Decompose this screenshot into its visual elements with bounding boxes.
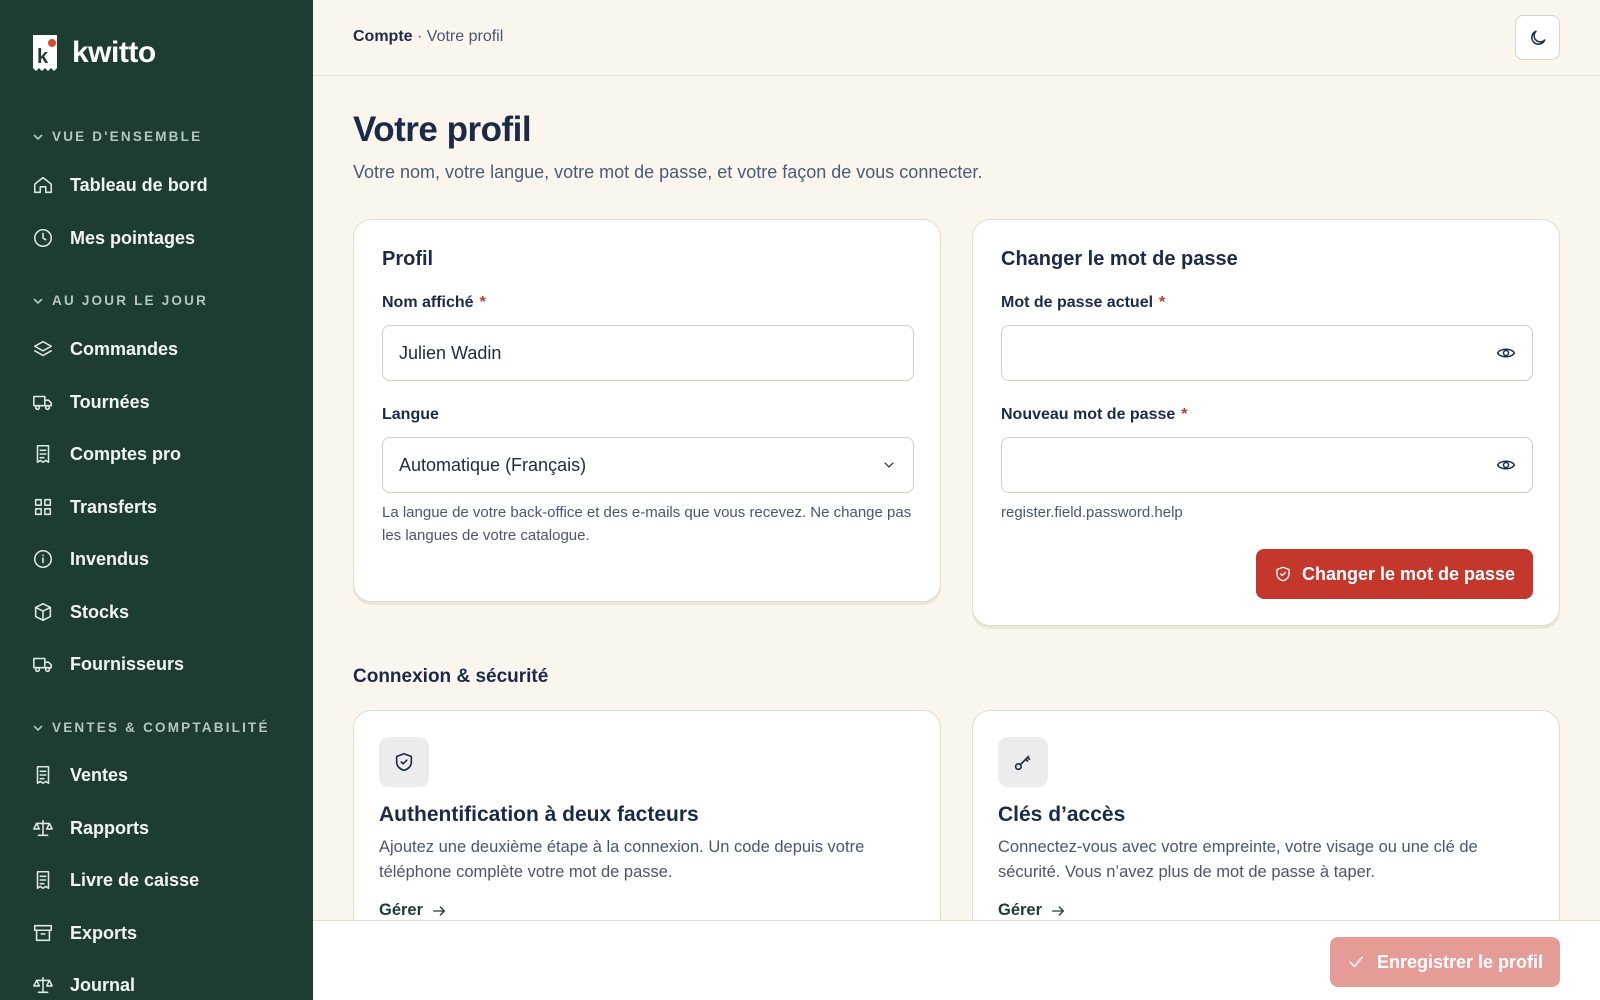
sidebar-item-exports[interactable]: Exports: [32, 915, 137, 951]
security-section-title: Connexion & sécurité: [353, 666, 549, 687]
chevron-down-icon: [884, 462, 894, 468]
home-icon: [33, 176, 53, 194]
change-password-button[interactable]: Changer le mot de passe: [1256, 549, 1533, 599]
sidebar-item-reports[interactable]: Rapports: [32, 810, 149, 846]
logo[interactable]: k kwitto: [30, 34, 156, 72]
kwitto-logo-icon: k: [33, 35, 57, 71]
shield-check-icon: [395, 752, 413, 772]
save-profile-button[interactable]: Enregistrer le profil: [1330, 937, 1560, 987]
sidebar-item-timesheets[interactable]: Mes pointages: [32, 220, 195, 256]
nav-section-overview[interactable]: VUE D'ENSEMBLE: [32, 129, 202, 144]
arrow-right-icon: [1052, 905, 1065, 916]
language-label: Langue: [382, 406, 439, 423]
profile-card-title: Profil: [382, 248, 434, 270]
breadcrumb-parent[interactable]: Compte: [353, 28, 413, 45]
clock-icon: [33, 228, 53, 248]
display-name-input[interactable]: Julien Wadin: [382, 325, 914, 381]
two-factor-title: Authentification à deux facteurs: [379, 803, 699, 826]
moon-icon: [1530, 30, 1545, 45]
sidebar-item-journal[interactable]: Journal: [32, 967, 135, 1000]
page-subtitle: Votre nom, votre langue, votre mot de pa…: [353, 162, 983, 182]
sidebar-item-suppliers[interactable]: Fournisseurs: [32, 646, 184, 682]
two-factor-description: Ajoutez une deuxième étape à la connexio…: [379, 838, 865, 881]
breadcrumb-separator: ·: [412, 28, 427, 45]
breadcrumb-current: Votre profil: [426, 28, 504, 45]
scale-icon: [33, 819, 53, 837]
footer-save-bar: Enregistrer le profil: [313, 920, 1600, 1000]
chevron-down-icon: [33, 724, 43, 731]
topbar: Compte · Votre profil: [313, 0, 1600, 76]
passkeys-icon-wrap: [998, 737, 1048, 787]
password-card-title: Changer le mot de passe: [1001, 248, 1238, 270]
check-icon: [1349, 956, 1363, 968]
language-select[interactable]: Automatique (Français): [382, 437, 914, 493]
sidebar-item-unsold[interactable]: Invendus: [32, 541, 149, 577]
app-name: kwitto: [72, 36, 156, 69]
chevron-down-icon: [33, 297, 43, 304]
truck-icon: [33, 657, 53, 673]
language-help-text: La langue de votre back-office et des e-…: [382, 504, 912, 544]
passkeys-description: Connectez-vous avec votre empreinte, vot…: [998, 838, 1478, 881]
theme-toggle-button[interactable]: [1515, 15, 1560, 60]
layers-icon: [33, 340, 53, 357]
display-name-label: Nom affiché *: [382, 294, 486, 311]
key-icon: [1014, 755, 1031, 771]
arrow-right-icon: [433, 905, 446, 916]
two-factor-icon-wrap: [379, 737, 429, 787]
two-factor-manage-link[interactable]: Gérer: [379, 901, 447, 920]
new-password-label: Nouveau mot de passe *: [1001, 406, 1188, 423]
new-password-input[interactable]: [1001, 437, 1533, 493]
truck-icon: [33, 395, 53, 411]
grid-icon: [34, 498, 52, 516]
nav-section-daily[interactable]: AU JOUR LE JOUR: [32, 293, 208, 308]
eye-icon[interactable]: [1496, 343, 1516, 363]
receipt-icon: [36, 765, 50, 785]
sidebar-item-pro-accounts[interactable]: Comptes pro: [32, 436, 181, 472]
sidebar: k kwitto VUE D'ENSEMBLE Tableau de bord …: [0, 0, 313, 1000]
page-title: Votre profil: [353, 110, 532, 149]
svg-text:k: k: [37, 46, 49, 68]
chevron-down-icon: [33, 133, 43, 140]
eye-icon[interactable]: [1496, 455, 1516, 475]
profile-card: Profil Nom affiché * Julien Wadin Langue …: [353, 219, 941, 602]
sidebar-item-rounds[interactable]: Tournées: [32, 384, 150, 420]
receipt-icon: [36, 870, 50, 890]
passkeys-title: Clés d’accès: [998, 803, 1126, 826]
sidebar-item-cashbook[interactable]: Livre de caisse: [32, 862, 199, 898]
archive-icon: [33, 924, 53, 942]
sidebar-item-sales[interactable]: Ventes: [32, 757, 128, 793]
passkeys-manage-link[interactable]: Gérer: [998, 901, 1066, 920]
breadcrumb: Compte · Votre profil: [353, 28, 503, 46]
box-icon: [34, 602, 52, 622]
info-icon: [33, 549, 53, 569]
sidebar-item-orders[interactable]: Commandes: [32, 331, 178, 367]
receipt-icon: [36, 444, 50, 464]
current-password-input[interactable]: [1001, 325, 1533, 381]
scale-icon: [33, 976, 53, 994]
password-help-text: register.field.password.help: [1001, 504, 1183, 521]
nav-section-sales[interactable]: VENTES & COMPTABILITÉ: [32, 720, 270, 735]
shield-check-icon: [1276, 566, 1290, 582]
sidebar-item-stocks[interactable]: Stocks: [32, 594, 129, 630]
sidebar-item-transfers[interactable]: Transferts: [32, 489, 157, 525]
password-card: Changer le mot de passe Mot de passe act…: [972, 219, 1560, 626]
sidebar-item-dashboard[interactable]: Tableau de bord: [32, 167, 208, 203]
current-password-label: Mot de passe actuel *: [1001, 294, 1166, 311]
